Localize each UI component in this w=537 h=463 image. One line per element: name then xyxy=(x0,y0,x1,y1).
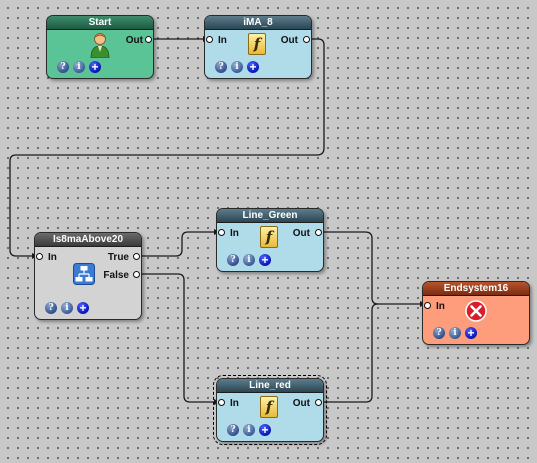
user-icon xyxy=(90,32,110,63)
node-endsystem16[interactable]: Endsystem16 In ? i + xyxy=(422,281,530,345)
port-out-label: Out xyxy=(292,398,310,409)
add-button[interactable]: + xyxy=(259,254,271,266)
stop-icon xyxy=(465,300,487,327)
port-out-connector[interactable] xyxy=(315,229,322,236)
wire-false-to-line-red[interactable] xyxy=(136,273,220,403)
help-button[interactable]: ? xyxy=(215,61,227,73)
node-footer: ? i + xyxy=(45,302,89,314)
node-is8maabove20[interactable]: Is8maAbove20 In True False ? i + xyxy=(34,232,142,320)
node-footer: ? i + xyxy=(433,327,477,339)
condition-icon xyxy=(73,263,95,290)
port-out-connector[interactable] xyxy=(315,399,322,406)
wire-line-red-to-end[interactable] xyxy=(316,303,379,403)
help-button[interactable]: ? xyxy=(433,327,445,339)
function-icon: f xyxy=(248,33,266,55)
node-title: Line_Green xyxy=(217,209,323,223)
port-true-label: True xyxy=(107,252,129,263)
add-button[interactable]: + xyxy=(89,61,101,73)
info-button[interactable]: i xyxy=(449,327,461,339)
port-in-label: In xyxy=(436,301,445,312)
node-start[interactable]: Start Out ? i + xyxy=(46,15,154,79)
node-footer: ? i + xyxy=(215,61,259,73)
port-in-connector[interactable] xyxy=(218,229,225,236)
port-in-label: In xyxy=(230,228,239,239)
function-glyph: f xyxy=(265,228,273,246)
node-footer: ? i + xyxy=(227,254,271,266)
wire-line-green-to-end[interactable] xyxy=(316,231,426,305)
function-icon: f xyxy=(260,396,278,418)
node-line-green[interactable]: Line_Green In Out f ? i + xyxy=(216,208,324,272)
port-in-label: In xyxy=(218,35,227,46)
function-glyph: f xyxy=(265,398,273,416)
help-button[interactable]: ? xyxy=(227,424,239,436)
add-button[interactable]: + xyxy=(259,424,271,436)
port-in-connector[interactable] xyxy=(424,302,431,309)
add-button[interactable]: + xyxy=(77,302,89,314)
help-button[interactable]: ? xyxy=(45,302,57,314)
port-in-label: In xyxy=(48,252,57,263)
port-in-label: In xyxy=(230,398,239,409)
port-in-connector[interactable] xyxy=(218,399,225,406)
node-ima8[interactable]: iMA_8 In Out f ? i + xyxy=(204,15,312,79)
port-out-connector[interactable] xyxy=(145,36,152,43)
add-button[interactable]: + xyxy=(465,327,477,339)
function-glyph: f xyxy=(253,35,261,53)
node-title: Start xyxy=(47,16,153,30)
info-button[interactable]: i xyxy=(61,302,73,314)
node-title: iMA_8 xyxy=(205,16,311,30)
node-footer: ? i + xyxy=(227,424,271,436)
info-button[interactable]: i xyxy=(243,424,255,436)
port-true-connector[interactable] xyxy=(133,253,140,260)
help-button[interactable]: ? xyxy=(57,61,69,73)
node-title: Is8maAbove20 xyxy=(35,233,141,247)
node-title: Line_red xyxy=(217,379,323,393)
node-footer: ? i + xyxy=(57,61,101,73)
function-icon: f xyxy=(260,226,278,248)
port-out-label: Out xyxy=(280,35,298,46)
node-line-red[interactable]: Line_red In Out f ? i + xyxy=(213,375,327,445)
port-in-connector[interactable] xyxy=(206,36,213,43)
port-out-label: Out xyxy=(292,228,310,239)
help-button[interactable]: ? xyxy=(227,254,239,266)
port-false-label: False xyxy=(103,270,129,281)
info-button[interactable]: i xyxy=(73,61,85,73)
node-title: Endsystem16 xyxy=(423,282,529,296)
port-false-connector[interactable] xyxy=(133,271,140,278)
port-out-connector[interactable] xyxy=(303,36,310,43)
add-button[interactable]: + xyxy=(247,61,259,73)
wire-true-to-line-green[interactable] xyxy=(136,231,220,257)
port-out-label: Out xyxy=(125,35,143,46)
info-button[interactable]: i xyxy=(243,254,255,266)
info-button[interactable]: i xyxy=(231,61,243,73)
port-in-connector[interactable] xyxy=(36,253,43,260)
